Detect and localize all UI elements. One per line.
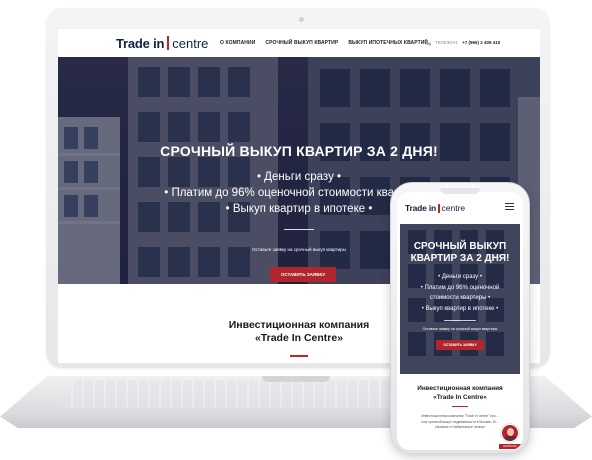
laptop-camera <box>299 17 304 22</box>
logo[interactable]: Trade in centre <box>116 35 208 51</box>
mobile-submit-request-button[interactable]: ОСТАВИТЬ ЗАЯВКУ <box>436 340 484 350</box>
mobile-hero-title-line: КВАРТИР ЗА 2 ДНЯ! <box>410 253 510 264</box>
submit-request-button[interactable]: ОСТАВИТЬ ЗАЯВКУ <box>270 267 336 282</box>
mobile-hero-title-line: СРОЧНЫЙ ВЫКУП <box>413 241 507 252</box>
chat-avatar[interactable] <box>501 424 519 442</box>
about-divider <box>290 355 308 357</box>
phone-number: +7 (966) 2 409 410 <box>462 40 501 45</box>
about-divider <box>452 406 468 407</box>
about-heading-line: «Trade In Centre» <box>433 394 487 401</box>
mobile-hero-benefits: • Деньги сразу • • Платим до 96% оценочн… <box>400 272 520 314</box>
hamburger-menu-icon[interactable] <box>505 203 514 210</box>
hero-benefit: • Выкуп квартир в ипотеке • <box>421 305 499 312</box>
nav-item-urgent-buyout[interactable]: СРОЧНЫЙ ВЫКУП КВАРТИР <box>265 40 338 46</box>
phone-notch <box>440 188 480 194</box>
logo-divider <box>167 36 170 50</box>
nav-item-mortgage-buyout[interactable]: ВЫКУП ИПОТЕЧНЫХ КВАРТИР <box>348 40 428 46</box>
logo-brand: Trade in <box>405 203 436 213</box>
about-heading-line: Инвестиционная компания <box>417 385 503 392</box>
description-line: Ижевске и Набережных Челнах <box>435 425 485 429</box>
hero-benefit: стоимости квартиры • <box>429 295 491 301</box>
laptop-hinge-notch <box>262 376 330 382</box>
mobile-hero-section: СРОЧНЫЙ ВЫКУП КВАРТИР ЗА 2 ДНЯ! • Деньги… <box>400 224 520 374</box>
chat-button[interactable]: НАПИСАТЬ <box>499 444 521 449</box>
logo-brand: Trade in <box>116 35 165 51</box>
hero-divider <box>444 320 476 321</box>
logo-suffix: centre <box>441 203 466 213</box>
mobile-about-description: Инвестиционная компания "Trade in centre… <box>407 414 513 431</box>
mobile-hero-title: СРОЧНЫЙ ВЫКУП КВАРТИР ЗА 2 ДНЯ! <box>400 241 520 265</box>
mobile-about-heading: Инвестиционная компания «Trade In Centre… <box>397 384 523 402</box>
hero-benefit: • Деньги сразу • <box>438 274 482 280</box>
hero-benefit: • Платим до 96% оценочной <box>420 284 500 291</box>
logo-suffix: centre <box>172 35 209 51</box>
phone-icon <box>424 39 431 46</box>
hero-divider <box>284 229 314 230</box>
nav-item-about[interactable]: О КОМПАНИИ <box>220 40 255 46</box>
phone-label: ТЕЛЕФОН: <box>435 40 459 45</box>
header-phone[interactable]: ТЕЛЕФОН: +7 (966) 2 409 410 <box>424 39 500 46</box>
mobile-logo[interactable]: Trade in centre <box>405 200 465 216</box>
phone-screen: Trade in centre СРОЧНЫЙ ВЫКУП КВАРТИР ЗА… <box>397 192 523 450</box>
mockup-stage: Trade in centre О КОМПАНИИ СРОЧНЫЙ ВЫКУП… <box>0 0 592 460</box>
mobile-header: Trade in centre <box>397 192 523 218</box>
hero-title: СРОЧНЫЙ ВЫКУП КВАРТИР ЗА 2 ДНЯ! <box>160 143 438 159</box>
main-nav: О КОМПАНИИ СРОЧНЫЙ ВЫКУП КВАРТИР ВЫКУП И… <box>220 40 428 46</box>
description-line: Инвестиционная компания "Trade in centre… <box>421 414 499 418</box>
site-header: Trade in centre О КОМПАНИИ СРОЧНЫЙ ВЫКУП… <box>58 29 540 57</box>
logo-divider <box>438 203 440 213</box>
mobile-hero-note: Оставьте заявку на срочный выкуп квартир… <box>422 327 498 331</box>
